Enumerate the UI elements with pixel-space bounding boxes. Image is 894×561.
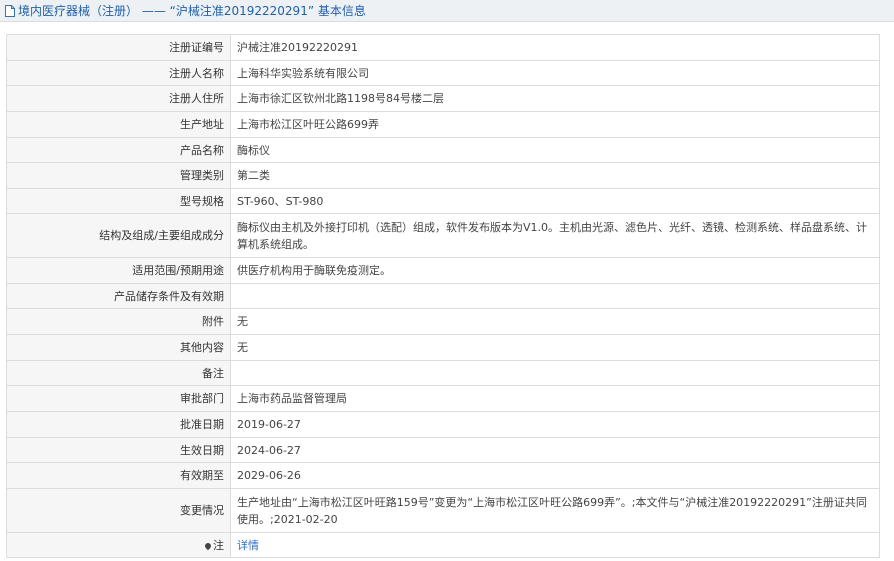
table-row: 结构及组成/主要组成成分 酶标仪由主机及外接打印机（选配）组成，软件发布版本为V… bbox=[6, 213, 880, 258]
field-value: ST-960、ST-980 bbox=[230, 188, 880, 214]
table-row: 其他内容 无 bbox=[6, 334, 880, 361]
field-label: 产品储存条件及有效期 bbox=[6, 283, 231, 309]
field-label: 有效期至 bbox=[6, 462, 231, 489]
field-label: 批准日期 bbox=[6, 411, 231, 438]
table-row: 生产地址 上海市松江区叶旺公路699弄 bbox=[6, 111, 880, 138]
table-row: 产品名称 酶标仪 bbox=[6, 137, 880, 163]
field-value: 第二类 bbox=[230, 162, 880, 189]
field-label: 型号规格 bbox=[6, 188, 231, 214]
field-value: 酶标仪由主机及外接打印机（选配）组成，软件发布版本为V1.0。主机由光源、滤色片… bbox=[230, 213, 880, 258]
details-link[interactable]: 详情 bbox=[237, 539, 259, 552]
table-row: 注 详情 bbox=[6, 532, 880, 558]
field-value: 酶标仪 bbox=[230, 137, 880, 163]
field-label: 生效日期 bbox=[6, 437, 231, 463]
field-value: 上海科华实验系统有限公司 bbox=[230, 60, 880, 86]
field-value: 2024-06-27 bbox=[230, 437, 880, 463]
table-row: 适用范围/预期用途 供医疗机构用于酶联免疫测定。 bbox=[6, 257, 880, 284]
field-label: 管理类别 bbox=[6, 162, 231, 189]
field-value: 2029-06-26 bbox=[230, 462, 880, 489]
field-value: 无 bbox=[230, 334, 880, 361]
table-row: 备注 bbox=[6, 360, 880, 386]
table-row: 产品储存条件及有效期 bbox=[6, 283, 880, 309]
note-label-cell: 注 bbox=[6, 532, 231, 558]
table-row: 管理类别 第二类 bbox=[6, 162, 880, 189]
field-value bbox=[230, 360, 880, 386]
table-row: 批准日期 2019-06-27 bbox=[6, 411, 880, 438]
field-label: 备注 bbox=[6, 360, 231, 386]
field-label: 其他内容 bbox=[6, 334, 231, 361]
table-row: 注册人住所 上海市徐汇区钦州北路1198号84号楼二层 bbox=[6, 85, 880, 112]
field-label: 适用范围/预期用途 bbox=[6, 257, 231, 284]
field-label: 结构及组成/主要组成成分 bbox=[6, 213, 231, 258]
table-row: 附件 无 bbox=[6, 308, 880, 335]
document-icon bbox=[5, 4, 15, 17]
field-value: 上海市药品监督管理局 bbox=[230, 385, 880, 412]
field-label: 审批部门 bbox=[6, 385, 231, 412]
field-value: 无 bbox=[230, 308, 880, 335]
field-label: 附件 bbox=[6, 308, 231, 335]
field-label: 生产地址 bbox=[6, 111, 231, 138]
field-value: 2019-06-27 bbox=[230, 411, 880, 438]
field-value bbox=[230, 283, 880, 309]
field-value: 上海市松江区叶旺公路699弄 bbox=[230, 111, 880, 138]
table-row: 注册证编号 沪械注准20192220291 bbox=[6, 34, 880, 61]
note-label: 注 bbox=[213, 538, 224, 552]
registration-info-table: 注册证编号 沪械注准20192220291 注册人名称 上海科华实验系统有限公司… bbox=[6, 34, 880, 558]
field-label: 产品名称 bbox=[6, 137, 231, 163]
field-value: 沪械注准20192220291 bbox=[230, 34, 880, 61]
table-row: 生效日期 2024-06-27 bbox=[6, 437, 880, 463]
table-row: 注册人名称 上海科华实验系统有限公司 bbox=[6, 60, 880, 86]
field-value: 上海市徐汇区钦州北路1198号84号楼二层 bbox=[230, 85, 880, 112]
location-pin-icon bbox=[203, 541, 213, 550]
field-label: 注册证编号 bbox=[6, 34, 231, 61]
table-row: 有效期至 2029-06-26 bbox=[6, 462, 880, 489]
field-label: 变更情况 bbox=[6, 488, 231, 533]
table-row: 变更情况 生产地址由“上海市松江区叶旺路159号”变更为“上海市松江区叶旺公路6… bbox=[6, 488, 880, 533]
field-value: 供医疗机构用于酶联免疫测定。 bbox=[230, 257, 880, 284]
table-row: 审批部门 上海市药品监督管理局 bbox=[6, 385, 880, 412]
field-label: 注册人住所 bbox=[6, 85, 231, 112]
table-row: 型号规格 ST-960、ST-980 bbox=[6, 188, 880, 214]
field-value: 生产地址由“上海市松江区叶旺路159号”变更为“上海市松江区叶旺公路699弄”。… bbox=[230, 488, 880, 533]
note-value-cell: 详情 bbox=[230, 532, 880, 558]
page-header: 境内医疗器械（注册） —— “沪械注准20192220291” 基本信息 bbox=[0, 0, 894, 22]
page-title: 境内医疗器械（注册） —— “沪械注准20192220291” 基本信息 bbox=[18, 4, 366, 18]
field-label: 注册人名称 bbox=[6, 60, 231, 86]
